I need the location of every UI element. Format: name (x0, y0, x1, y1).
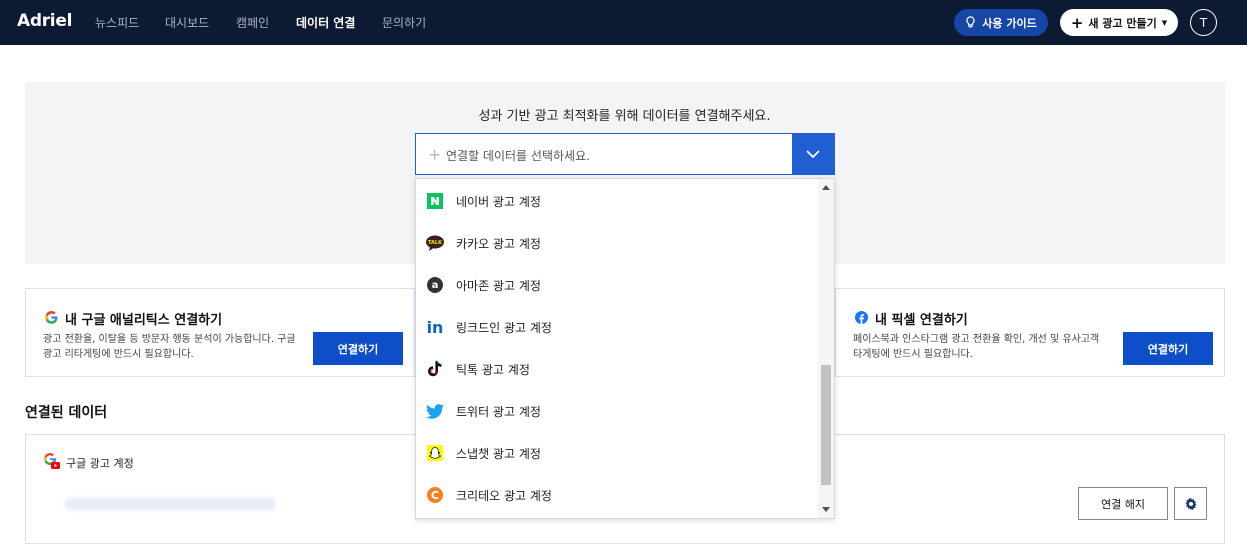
tiktok-icon (426, 360, 444, 378)
hero-title: 성과 기반 광고 최적화를 위해 데이터를 연결해주세요. (478, 109, 771, 124)
scroll-down-arrow-icon[interactable] (822, 507, 830, 512)
dropdown-item-tiktok[interactable]: 틱톡 광고 계정 (416, 348, 818, 390)
dropdown-item-label: 틱톡 광고 계정 (456, 362, 530, 377)
nav-item-campaign[interactable]: 캠페인 (236, 14, 269, 31)
logo[interactable]: Adriel (17, 11, 72, 31)
disconnect-button[interactable]: 연결 해지 (1078, 487, 1168, 520)
dropdown-item-kakao[interactable]: TALK 카카오 광고 계정 (416, 222, 818, 264)
amazon-icon: a (426, 276, 444, 294)
dropdown-item-label: 스냅챗 광고 계정 (456, 446, 541, 461)
plus-icon: + (1070, 13, 1084, 32)
kakao-icon: TALK (426, 234, 444, 252)
snapchat-icon (426, 444, 444, 462)
ga-card-desc-line1: 광고 전환율, 이탈율 등 방문자 행동 분석이 가능합니다. 구글 (43, 334, 296, 345)
select-toggle-button[interactable] (792, 134, 834, 174)
dropdown-item-label: 크리테오 광고 계정 (456, 488, 552, 503)
plus-icon: + (428, 145, 442, 164)
guide-button-label: 사용 가이드 (982, 16, 1037, 30)
chevron-down-icon (806, 150, 820, 158)
dropdown-scrollbar[interactable] (818, 179, 834, 518)
dropdown-item-label: 카카오 광고 계정 (456, 236, 541, 251)
dropdown-item-label: 트위터 광고 계정 (456, 404, 541, 419)
data-source-select[interactable]: + 연결할 데이터를 선택하세요. (415, 133, 835, 175)
scrollbar-thumb[interactable] (821, 365, 831, 485)
nav-item-newsfeed[interactable]: 뉴스피드 (95, 14, 139, 31)
nav-item-contact[interactable]: 문의하기 (382, 14, 426, 31)
ga-connect-button[interactable]: 연결하기 (313, 332, 403, 365)
select-placeholder: 연결할 데이터를 선택하세요. (446, 149, 590, 163)
top-nav: Adriel 뉴스피드 대시보드 캠페인 데이터 연결 문의하기 사용 가이드 … (0, 0, 1247, 45)
connected-data-title: 연결된 데이터 (25, 405, 108, 421)
dropdown-item-snapchat[interactable]: 스냅챗 광고 계정 (416, 432, 818, 474)
pixel-connect-card: 내 픽셀 연결하기 페이스북과 인스타그램 광고 전환율 확인, 개선 및 유사… (835, 288, 1225, 377)
pixel-card-title: 내 픽셀 연결하기 (875, 313, 968, 328)
data-source-dropdown: 네이버 광고 계정 TALK 카카오 광고 계정 a 아마존 광고 계정 in … (415, 178, 835, 519)
criteo-icon (426, 486, 444, 504)
pixel-card-desc-line1: 페이스북과 인스타그램 광고 전환율 확인, 개선 및 유사고객 (853, 334, 1100, 345)
nav-item-dashboard[interactable]: 대시보드 (165, 14, 209, 31)
dropdown-item-criteo[interactable]: 크리테오 광고 계정 (416, 474, 818, 516)
dropdown-item-twitter[interactable]: 트위터 광고 계정 (416, 390, 818, 432)
ga-connect-card: 내 구글 애널리틱스 연결하기 광고 전환율, 이탈율 등 방문자 행동 분석이… (25, 288, 415, 377)
scroll-up-arrow-icon[interactable] (822, 185, 830, 190)
svg-text:a: a (432, 280, 439, 291)
lightbulb-icon (966, 16, 975, 28)
google-ads-icon (44, 453, 60, 469)
google-icon (45, 311, 58, 324)
naver-icon (426, 192, 444, 210)
svg-text:TALK: TALK (428, 240, 443, 246)
dropdown-item-label: 아마존 광고 계정 (456, 278, 541, 293)
blurred-account-row (65, 498, 275, 510)
pixel-card-desc-line2: 타게팅에 반드시 필요합니다. (853, 349, 973, 360)
guide-button[interactable]: 사용 가이드 (954, 9, 1048, 36)
dropdown-item-label: 네이버 광고 계정 (456, 194, 541, 209)
settings-button[interactable] (1174, 487, 1207, 520)
ga-card-title: 내 구글 애널리틱스 연결하기 (65, 313, 223, 328)
gear-icon (1184, 497, 1197, 510)
ga-card-desc-line2: 광고 리타게팅에 반드시 필요합니다. (43, 349, 194, 360)
pixel-connect-button[interactable]: 연결하기 (1123, 332, 1213, 365)
google-ads-label: 구글 광고 계정 (66, 457, 134, 470)
twitter-icon (426, 402, 444, 420)
dropdown-item-label: 링크드인 광고 계정 (456, 320, 552, 335)
facebook-icon (855, 311, 868, 324)
dropdown-item-naver[interactable]: 네이버 광고 계정 (416, 180, 818, 222)
dropdown-item-amazon[interactable]: a 아마존 광고 계정 (416, 264, 818, 306)
nav-item-data-connect[interactable]: 데이터 연결 (296, 14, 355, 31)
new-ad-button[interactable]: + 새 광고 만들기 ▼ (1060, 9, 1178, 36)
dropdown-item-linkedin[interactable]: in 링크드인 광고 계정 (416, 306, 818, 348)
linkedin-icon: in (426, 317, 444, 337)
avatar[interactable]: T (1190, 9, 1217, 36)
new-ad-button-label: 새 광고 만들기 (1088, 16, 1157, 30)
caret-down-icon: ▼ (1161, 18, 1168, 27)
